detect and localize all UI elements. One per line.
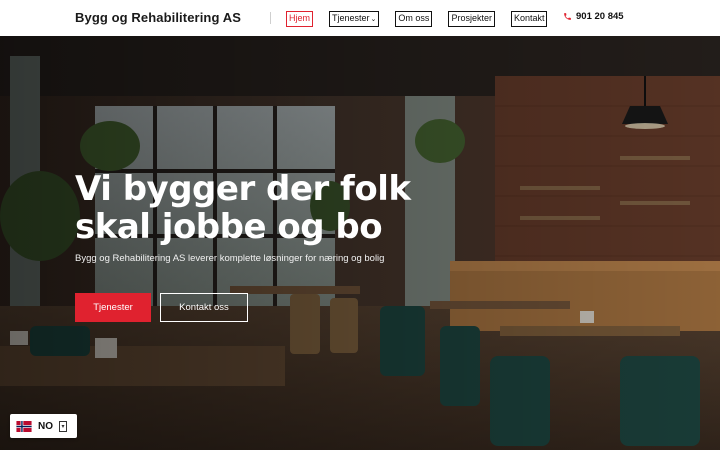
phone-number: 901 20 845: [576, 11, 624, 22]
nav-item-tjenester-label: Tjenester: [332, 13, 370, 23]
nav-item-om-oss[interactable]: Om oss: [395, 11, 433, 27]
language-selector[interactable]: NO ▾: [10, 414, 77, 438]
hero-subtitle: Bygg og Rehabilitering AS leverer komple…: [75, 253, 385, 264]
site-header: Bygg og Rehabilitering AS Hjem Tjenester…: [0, 0, 720, 36]
language-code: NO: [38, 420, 53, 432]
brand-name[interactable]: Bygg og Rehabilitering AS: [75, 10, 241, 25]
hero-title-line-1: Vi bygger der folk: [75, 169, 411, 209]
phone-link[interactable]: 901 20 845: [563, 11, 624, 22]
hero-title: Vi bygger der folk skal jobbe og bo: [75, 170, 495, 246]
hero-title-line-2: skal jobbe og bo: [75, 207, 383, 247]
main-nav: Hjem Tjenester⌄ Om oss Prosjekter Kontak…: [286, 11, 548, 27]
nav-item-kontakt[interactable]: Kontakt: [510, 11, 548, 27]
phone-icon: [564, 13, 571, 20]
nav-item-hjem[interactable]: Hjem: [286, 11, 314, 27]
norway-flag-icon: [16, 420, 32, 432]
header-divider: [270, 12, 271, 24]
nav-item-tjenester[interactable]: Tjenester⌄: [329, 11, 380, 27]
nav-item-prosjekter[interactable]: Prosjekter: [448, 11, 495, 27]
tjenester-button[interactable]: Tjenester: [75, 293, 151, 322]
hero-section: Vi bygger der folk skal jobbe og bo Bygg…: [0, 36, 720, 450]
chevron-down-icon: ⌄: [370, 16, 377, 23]
chevron-down-icon: ▾: [59, 420, 67, 432]
kontakt-oss-button[interactable]: Kontakt oss: [160, 293, 248, 322]
